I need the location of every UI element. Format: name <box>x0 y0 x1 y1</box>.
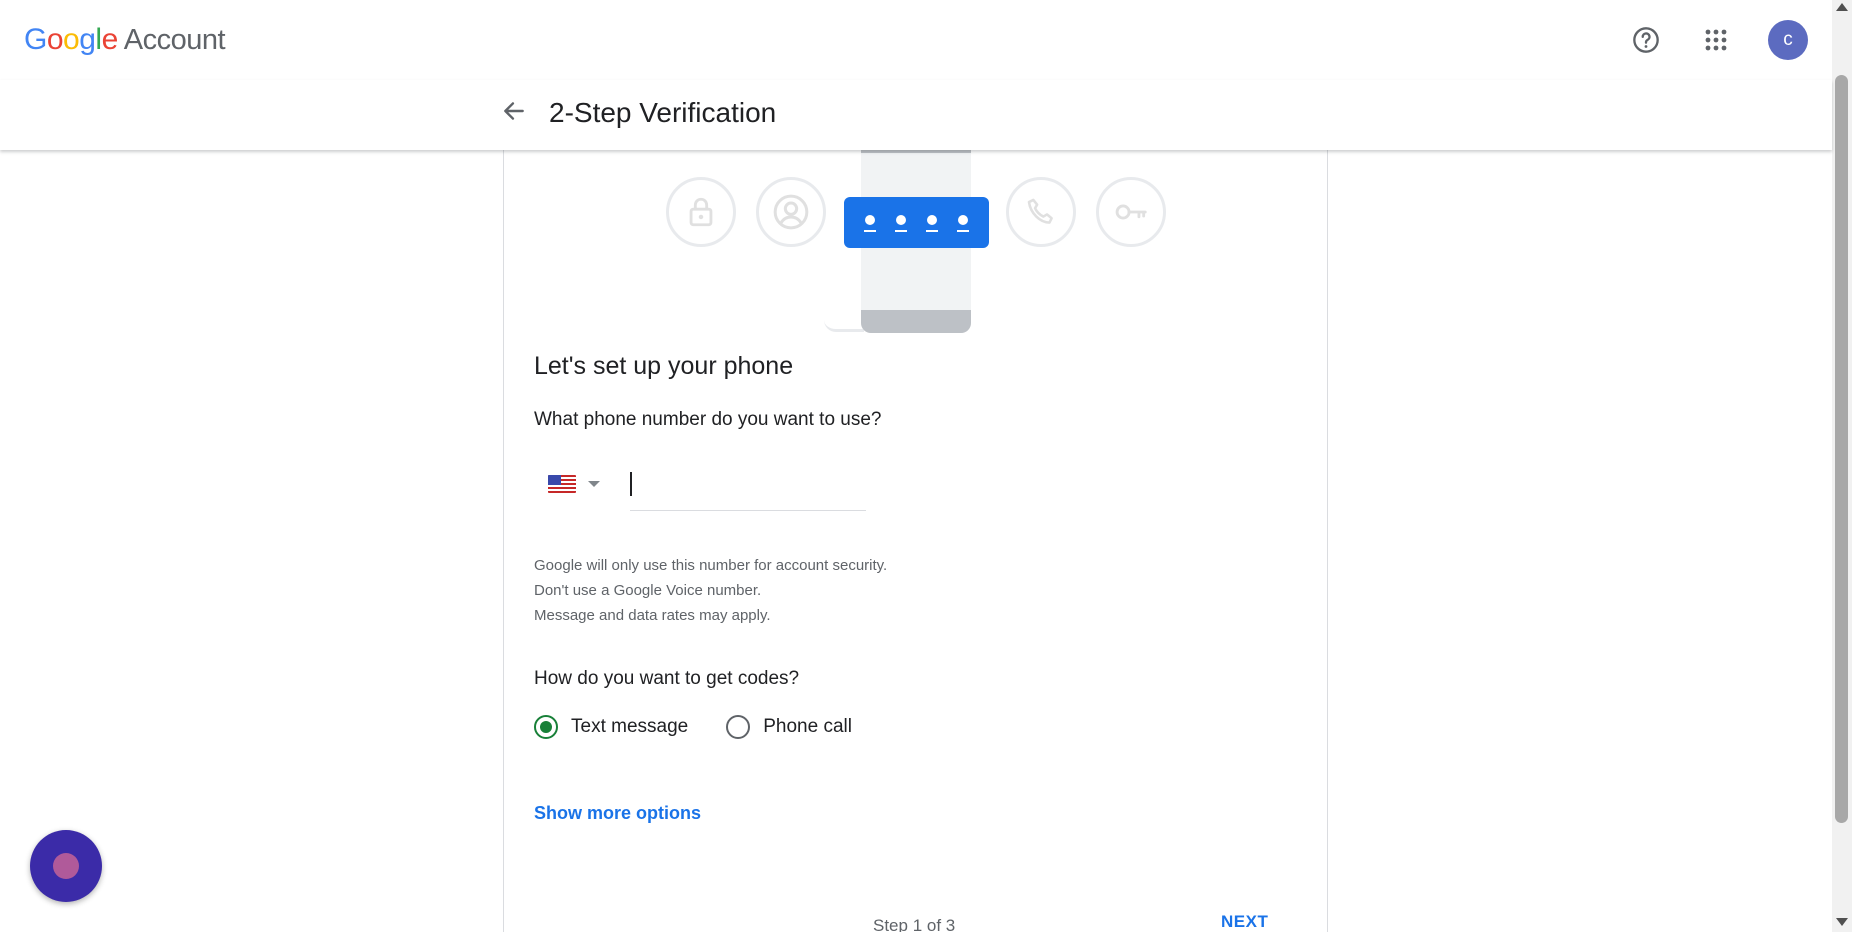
scroll-up-arrow-icon[interactable] <box>1836 3 1848 11</box>
logo-product-name: Account <box>123 24 226 56</box>
top-app-bar: Google Account c <box>0 0 1832 80</box>
code-dots-icon <box>844 197 989 248</box>
back-button[interactable] <box>494 91 534 131</box>
setup-heading: Let's set up your phone <box>534 352 794 380</box>
assistant-dot-icon <box>53 853 79 879</box>
assistant-fab-button[interactable] <box>30 830 102 902</box>
logo-letter: G <box>24 23 47 56</box>
text-message-radio[interactable] <box>534 715 558 739</box>
google-account-logo[interactable]: Google Account <box>24 23 226 57</box>
help-circle-icon <box>1633 27 1659 53</box>
country-selector[interactable] <box>534 457 620 511</box>
phone-icon <box>1006 177 1076 247</box>
phone-shadow <box>824 320 864 332</box>
account-circle-icon <box>756 177 826 247</box>
us-flag-icon <box>548 475 576 493</box>
phone-bottom-edge <box>861 310 971 333</box>
top-actions: c <box>1626 20 1808 60</box>
sub-header: 2-Step Verification <box>0 80 1832 150</box>
code-method-radio-group: Text message Phone call <box>534 715 852 739</box>
logo-letter: o <box>46 23 64 56</box>
phone-number-input[interactable] <box>630 457 866 509</box>
apps-grid-icon <box>1705 29 1727 51</box>
chevron-down-icon <box>588 481 600 487</box>
arrow-back-icon <box>504 102 524 120</box>
key-icon <box>1096 177 1166 247</box>
codes-question: How do you want to get codes? <box>534 668 800 689</box>
hint-line: Don't use a Google Voice number. <box>534 582 762 599</box>
text-message-option[interactable]: Text message <box>534 715 688 739</box>
scroll-down-arrow-icon[interactable] <box>1836 918 1848 926</box>
lock-icon <box>666 177 736 247</box>
radio-label: Phone call <box>763 716 852 737</box>
logo-letter: o <box>63 23 80 56</box>
hint-line: Message and data rates may apply. <box>534 607 771 624</box>
phone-call-radio[interactable] <box>726 715 751 739</box>
apps-button[interactable] <box>1696 20 1736 60</box>
phone-number-field <box>630 457 866 511</box>
phone-number-question: What phone number do you want to use? <box>534 409 882 430</box>
verification-illustration <box>504 130 1329 335</box>
page-title: 2-Step Verification <box>549 97 777 128</box>
step-indicator: Step 1 of 3 <box>873 916 956 932</box>
help-button[interactable] <box>1626 20 1666 60</box>
show-more-options-link[interactable]: Show more options <box>534 803 701 824</box>
next-button[interactable]: NEXT <box>1221 912 1268 932</box>
setup-card: Let's set up your phone What phone numbe… <box>503 130 1328 932</box>
avatar[interactable]: c <box>1768 20 1808 60</box>
code-digit <box>926 212 938 234</box>
code-digit <box>957 212 969 234</box>
phone-call-option[interactable]: Phone call <box>726 715 852 739</box>
radio-label: Text message <box>571 716 689 737</box>
text-cursor <box>630 472 632 496</box>
phone-number-row <box>534 457 894 511</box>
vertical-scrollbar[interactable] <box>1832 0 1852 932</box>
page: Google Account c 2-Step Verification Let… <box>0 0 1852 932</box>
phone-hint: Google will only use this number for acc… <box>534 553 887 628</box>
code-digit <box>864 212 876 234</box>
logo-letter: e <box>101 23 119 56</box>
scrollbar-thumb[interactable] <box>1835 75 1848 823</box>
code-digit <box>895 212 907 234</box>
hint-line: Google will only use this number for acc… <box>534 557 888 574</box>
logo-letter: g <box>79 23 96 56</box>
